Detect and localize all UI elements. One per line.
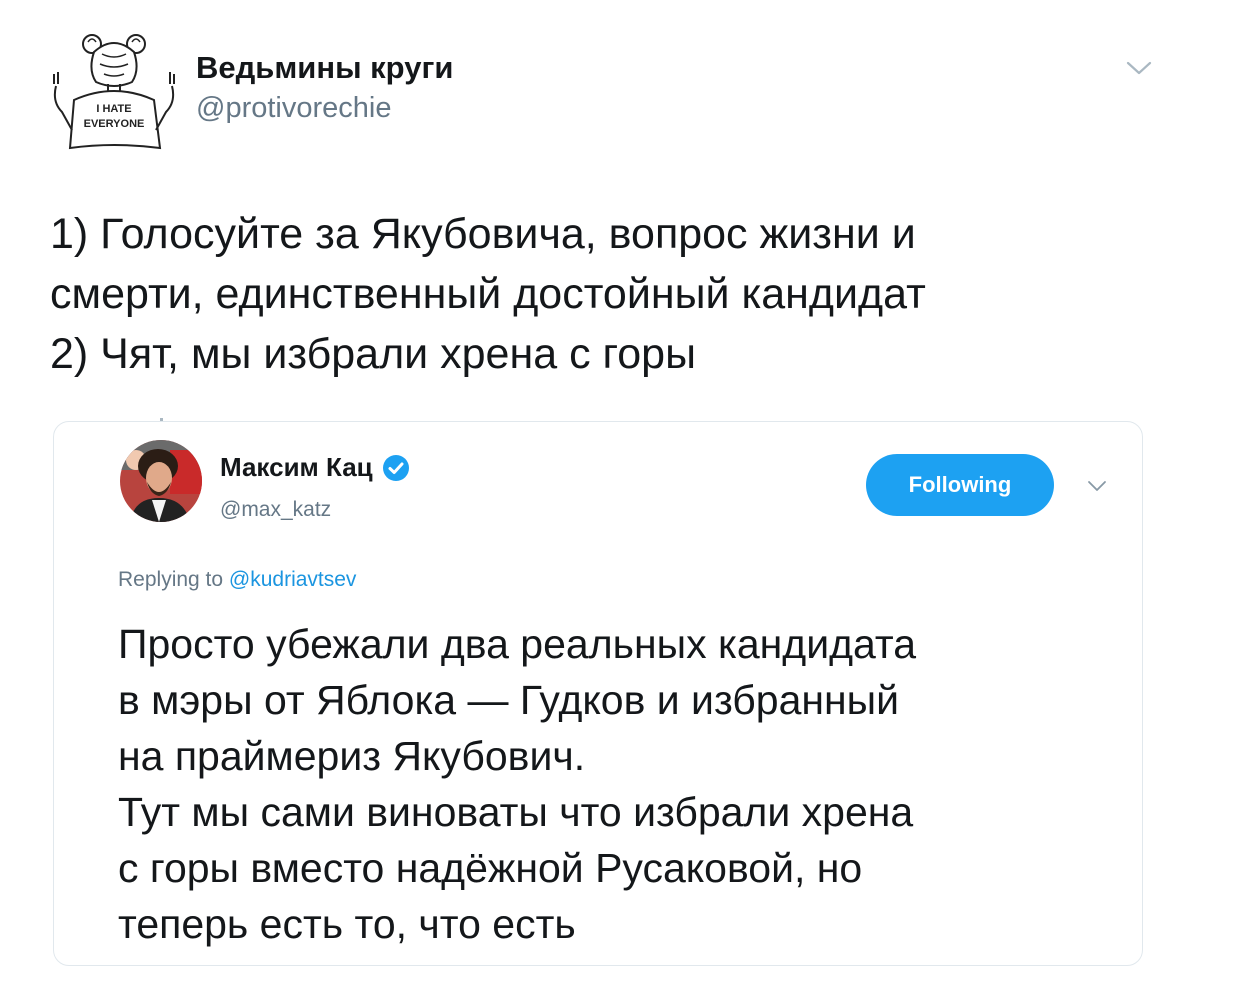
following-button[interactable]: Following (866, 454, 1054, 516)
svg-text:I HATE: I HATE (96, 103, 131, 115)
verified-badge-icon (382, 454, 409, 481)
chevron-down-icon[interactable] (1126, 58, 1152, 78)
quoted-tweet-text-line: Просто убежали два реальных кандидата (118, 621, 917, 667)
quoted-author-display-name[interactable]: Максим Кац (220, 452, 373, 483)
author-handle[interactable]: @protivorechie (196, 92, 391, 125)
author-avatar[interactable]: I HATE EVERYONE (48, 30, 180, 158)
quoted-author-name-row: Максим Кац (220, 452, 411, 483)
quoted-tweet-text-line: Тут мы сами виноваты что избрали хрена (118, 789, 914, 835)
svg-text:EVERYONE: EVERYONE (84, 118, 145, 130)
replying-to-label: Replying to (118, 568, 224, 591)
chevron-down-icon[interactable] (1087, 479, 1107, 493)
tweet-text: 1) Голосуйте за Якубовича, вопрос жизни … (50, 204, 1200, 384)
quoted-author-handle[interactable]: @max_katz (220, 498, 331, 522)
quoted-tweet-text-line: с горы вместо надёжной Русаковой, но (118, 845, 863, 891)
tweet-text-line: 2) Чят, мы избрали хрена с горы (50, 330, 696, 378)
girl-with-buns-avatar-icon: I HATE EVERYONE (53, 34, 175, 150)
quoted-tweet-text-line: в мэры от Яблока — Гудков и избранный (118, 677, 900, 723)
quoted-tweet-card[interactable]: Максим Кац @max_katz Following Replying … (53, 421, 1143, 966)
quoted-author-avatar[interactable] (120, 440, 202, 522)
replying-to-mention-link[interactable]: @kudriavtsev (229, 568, 357, 591)
tweet-text-line: смерти, единственный достойный кандидат (50, 270, 926, 318)
quoted-tweet-text-line: на праймериз Якубович. (118, 733, 586, 779)
tweet-text-line: 1) Голосуйте за Якубовича, вопрос жизни … (50, 210, 916, 258)
replying-to-line: Replying to @kudriavtsev (118, 568, 356, 592)
author-display-name[interactable]: Ведьмины круги (196, 50, 453, 86)
quoted-tweet-text: Просто убежали два реальных кандидата в … (118, 616, 1128, 952)
person-photo-icon (120, 440, 202, 522)
quoted-tweet-text-line: теперь есть то, что есть (118, 901, 576, 947)
